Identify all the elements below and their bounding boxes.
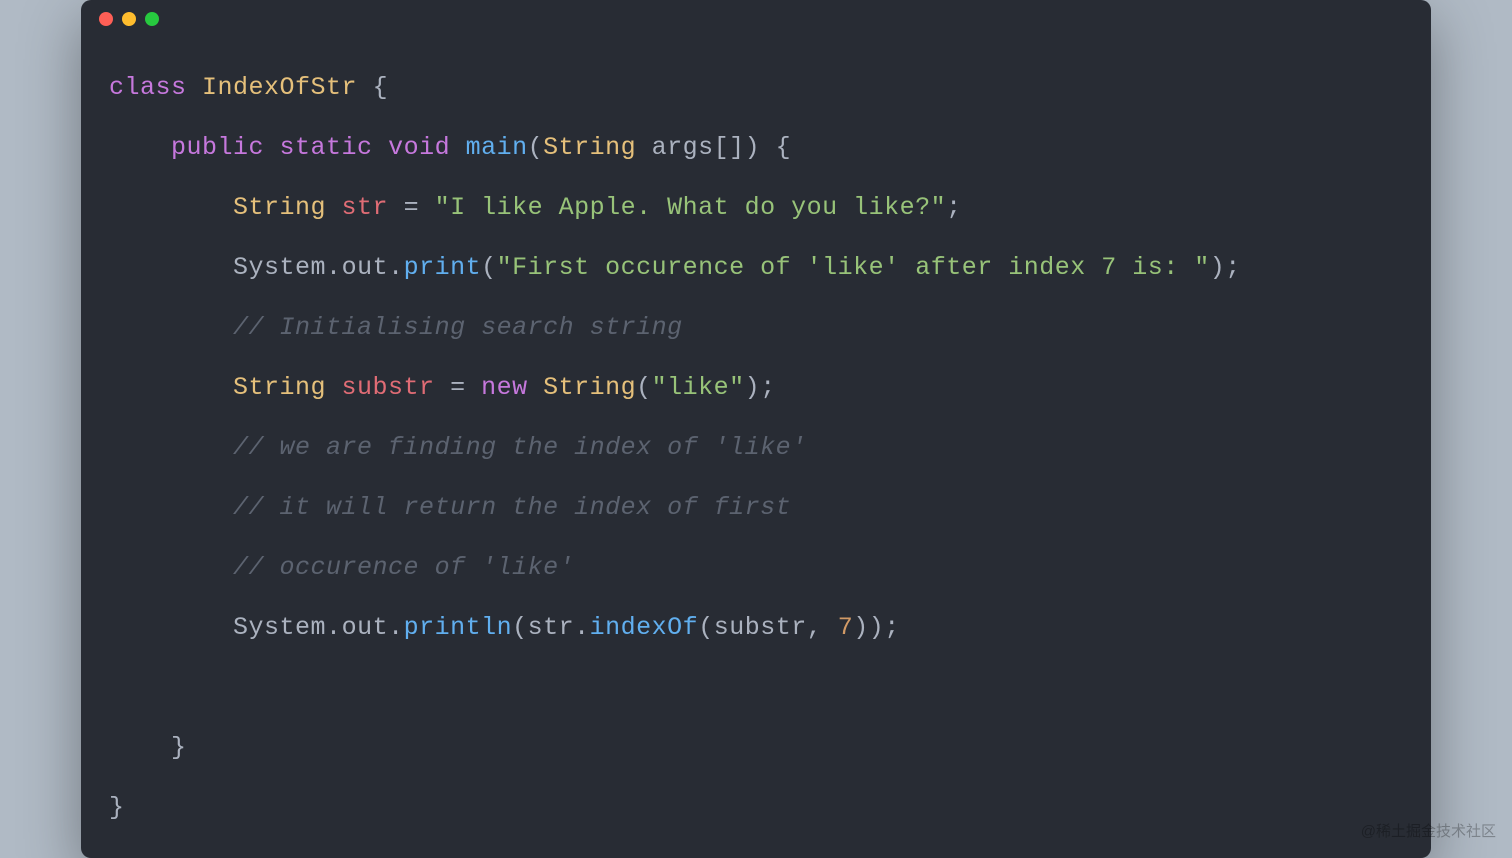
- type-string: String: [233, 193, 326, 222]
- code-line-9: // occurence of 'like': [109, 553, 574, 582]
- code-line-7: // we are finding the index of 'like': [109, 433, 807, 462]
- code-line-3: String str = "I like Apple. What do you …: [109, 193, 962, 222]
- code-line-5: // Initialising search string: [109, 313, 683, 342]
- keyword-class: class: [109, 73, 187, 102]
- identifier-system: System: [233, 253, 326, 282]
- code-line-2: public static void main(String args[]) {: [109, 133, 791, 162]
- number-literal: 7: [838, 613, 854, 642]
- code-line-6: String substr = new String("like");: [109, 373, 776, 402]
- comment: // it will return the index of first: [233, 493, 791, 522]
- minimize-button-icon[interactable]: [122, 12, 136, 26]
- code-editor-window: class IndexOfStr { public static void ma…: [81, 0, 1431, 858]
- code-line-12: }: [109, 733, 187, 762]
- code-line-13: }: [109, 793, 125, 822]
- method-print: print: [404, 253, 482, 282]
- keyword-static: static: [264, 133, 373, 162]
- close-button-icon[interactable]: [99, 12, 113, 26]
- type-string: String: [543, 133, 636, 162]
- class-name: IndexOfStr: [202, 73, 357, 102]
- variable-str: str: [326, 193, 388, 222]
- identifier-out: out: [342, 253, 389, 282]
- comment: // Initialising search string: [233, 313, 683, 342]
- identifier-str: str: [528, 613, 575, 642]
- code-line-10: System.out.println(str.indexOf(substr, 7…: [109, 613, 900, 642]
- code-line-4: System.out.print("First occurence of 'li…: [109, 253, 1241, 282]
- code-content: class IndexOfStr { public static void ma…: [81, 38, 1431, 858]
- identifier-out: out: [342, 613, 389, 642]
- comment: // occurence of 'like': [233, 553, 574, 582]
- identifier-system: System: [233, 613, 326, 642]
- constructor-string: String: [543, 373, 636, 402]
- type-string: String: [233, 373, 326, 402]
- method-main: main: [450, 133, 528, 162]
- keyword-void: void: [373, 133, 451, 162]
- window-title-bar: [81, 0, 1431, 38]
- string-literal: "I like Apple. What do you like?": [435, 193, 947, 222]
- keyword-public: public: [171, 133, 264, 162]
- variable-substr: substr: [326, 373, 435, 402]
- code-line-1: class IndexOfStr {: [109, 73, 388, 102]
- comment: // we are finding the index of 'like': [233, 433, 807, 462]
- param-args: args: [636, 133, 714, 162]
- keyword-new: new: [481, 373, 528, 402]
- identifier-substr: substr: [714, 613, 807, 642]
- method-indexof: indexOf: [590, 613, 699, 642]
- string-literal: "like": [652, 373, 745, 402]
- maximize-button-icon[interactable]: [145, 12, 159, 26]
- string-literal: "First occurence of 'like' after index 7…: [497, 253, 1210, 282]
- method-println: println: [404, 613, 513, 642]
- watermark-text: @稀土掘金技术社区: [1361, 820, 1496, 841]
- code-line-8: // it will return the index of first: [109, 493, 791, 522]
